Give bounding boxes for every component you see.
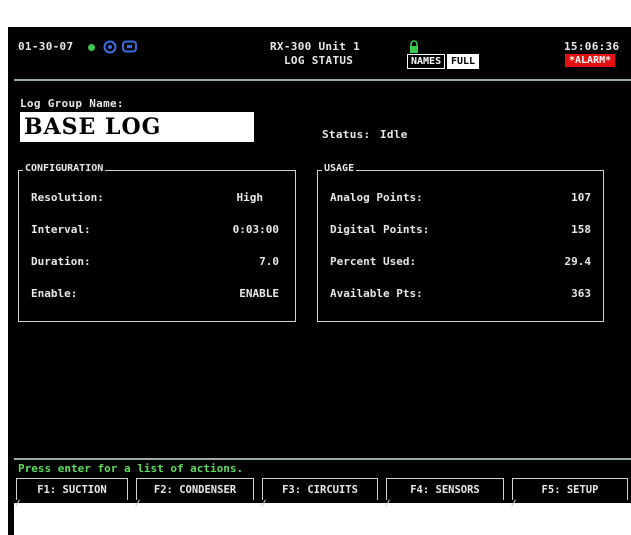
- usage-value-analog: 107: [571, 191, 591, 204]
- network-icon: [102, 39, 118, 58]
- f3-circuits-button[interactable]: F3: CIRCUITS: [262, 478, 378, 500]
- usage-value-percent: 29.4: [564, 255, 592, 268]
- config-label-interval: Interval:: [31, 223, 91, 236]
- usage-label-available: Available Pts:: [330, 287, 423, 300]
- action-prompt: Press enter for a list of actions.: [18, 462, 244, 475]
- usage-value-available: 363: [571, 287, 591, 300]
- controller-screen: 01-30-07 RX-300 Unit 1 LOG STATUS NAMES …: [14, 33, 631, 503]
- header-divider: [14, 79, 631, 81]
- header-time: 15:06:36: [564, 40, 620, 53]
- function-key-bar: F1: SUCTION F2: CONDENSER F3: CIRCUITS F…: [14, 478, 631, 502]
- f1-suction-button[interactable]: F1: SUCTION: [16, 478, 128, 500]
- status-dot-icon: [88, 44, 95, 51]
- header-date: 01-30-07: [18, 40, 74, 53]
- footer-divider: [14, 458, 631, 460]
- usage-panel: USAGE Analog Points: 107 Digital Points:…: [317, 163, 604, 322]
- alarm-badge[interactable]: *ALARM*: [565, 54, 616, 67]
- config-value-enable[interactable]: ENABLE: [239, 287, 279, 300]
- usage-label-digital: Digital Points:: [330, 223, 430, 236]
- names-toggle[interactable]: NAMES: [407, 54, 446, 69]
- screen-title: LOG STATUS: [284, 54, 354, 67]
- f4-sensors-button[interactable]: F4: SENSORS: [386, 478, 504, 500]
- f5-setup-button[interactable]: F5: SETUP: [512, 478, 628, 500]
- config-label-enable: Enable:: [31, 287, 78, 300]
- log-group-label: Log Group Name:: [20, 97, 124, 110]
- config-value-interval[interactable]: 0:03:00: [233, 223, 279, 236]
- config-label-duration: Duration:: [31, 255, 91, 268]
- usage-label-analog: Analog Points:: [330, 191, 423, 204]
- config-value-duration[interactable]: 7.0: [259, 255, 279, 268]
- config-value-resolution[interactable]: High: [237, 191, 264, 204]
- usage-title: USAGE: [322, 163, 357, 174]
- status-label: Status:: [322, 128, 371, 141]
- full-toggle[interactable]: FULL: [447, 54, 480, 69]
- configuration-panel: CONFIGURATION Resolution: High Interval:…: [18, 163, 296, 322]
- usage-value-digital: 158: [571, 223, 591, 236]
- f2-condenser-button[interactable]: F2: CONDENSER: [136, 478, 254, 500]
- status-value: Idle: [380, 128, 408, 141]
- config-label-resolution: Resolution:: [31, 191, 104, 204]
- unit-name: RX-300 Unit 1: [270, 40, 360, 53]
- header-bar: 01-30-07 RX-300 Unit 1 LOG STATUS NAMES …: [14, 33, 631, 79]
- configuration-title: CONFIGURATION: [23, 163, 106, 174]
- usage-label-percent: Percent Used:: [330, 255, 417, 268]
- monitor-icon: [122, 39, 138, 58]
- log-group-name-field[interactable]: BASE LOG: [20, 112, 254, 142]
